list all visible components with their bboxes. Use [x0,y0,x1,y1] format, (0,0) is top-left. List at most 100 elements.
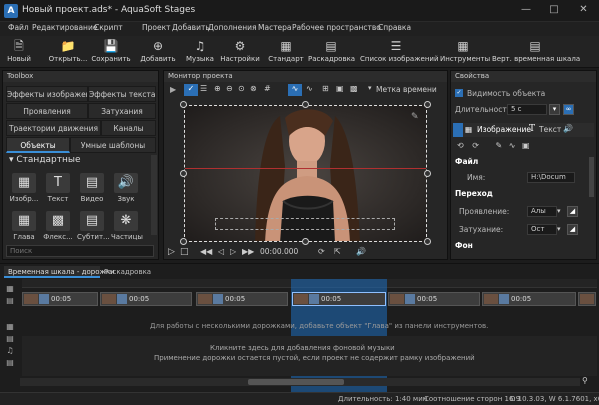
image-list-button[interactable]: ☰ Список изображений [360,38,439,66]
link-icon[interactable]: ∞ [563,104,574,115]
duration-input[interactable]: 5 с [507,104,547,115]
music-hint[interactable]: Кликните здесь для добавления фоновой му… [210,344,395,352]
timeline-clip[interactable] [578,292,596,306]
object-image[interactable]: ▦ Изобр... [9,173,39,203]
tab-text-effects[interactable]: Эффекты текста [88,86,156,102]
visibility-checkbox[interactable]: ✓ [455,89,463,97]
zoom-100-icon[interactable]: ⊗ [250,84,262,96]
settings-button[interactable]: ⚙ Настройки [220,38,260,66]
menu-project[interactable]: Проект [142,23,171,32]
add-button[interactable]: ⊕ Добавить [140,38,176,66]
fade-in-preview-icon[interactable]: ◢ [567,206,578,217]
fade-in-select[interactable]: Алы [527,206,557,217]
menu-workspace[interactable]: Рабочее пространство [292,23,381,32]
timeline-clip[interactable]: 00:05 [388,292,480,306]
resize-handle[interactable] [180,238,187,245]
objects-section-header[interactable]: ▾ Стандартные [9,155,81,165]
play-step-icon[interactable]: ▶ [170,85,180,95]
select-tool-icon[interactable]: ✓ [184,84,198,96]
zoom-out-icon[interactable]: ⊖ [226,84,238,96]
resize-handle[interactable] [424,101,431,108]
timeline-clip[interactable]: 00:05 [196,292,288,306]
file-name-input[interactable]: H:\Docum [527,172,575,183]
resize-handle[interactable] [302,238,309,245]
path-icon[interactable]: ∿ [509,141,516,150]
object-particles[interactable]: ❋ Частицы [111,211,143,241]
tab-fade-in[interactable]: Проявления [6,103,88,119]
tab-motion-paths[interactable]: Траектории движения [6,120,101,136]
tab-image[interactable]: Изображение [477,125,531,134]
timeline-clip[interactable]: 00:05 [22,292,98,306]
object-video[interactable]: ▤ Видео [77,173,107,203]
timeline-clip[interactable]: 00:05 [100,292,192,306]
track-link-icon[interactable]: ▤ [5,334,15,344]
play-icon[interactable]: ▷ [168,247,175,257]
maximize-icon[interactable]: □ [540,0,568,20]
storyboard-layout-button[interactable]: ▤ Раскадровка [308,38,355,66]
text-placeholder-box[interactable] [215,218,395,230]
preview-canvas[interactable]: ✎ [184,105,427,242]
track-music-icon[interactable]: ♫ [5,346,15,356]
tab-text[interactable]: Текст [539,125,561,134]
tab-objects[interactable]: Объекты [6,137,70,153]
grid-icon[interactable]: # [264,84,276,96]
menu-wizards[interactable]: Мастера [258,23,292,32]
resize-handle[interactable] [180,170,187,177]
rotate-left-icon[interactable]: ⟲ [457,141,464,150]
add-frame-icon[interactable]: ⊞ [322,84,334,96]
menu-script[interactable]: Скрипт [94,23,123,32]
zoom-fit-icon[interactable]: ⊙ [238,84,250,96]
resize-handle[interactable] [302,101,309,108]
menu-addons[interactable]: Дополнения [208,23,257,32]
stop-icon[interactable]: □ [180,247,189,257]
pencil-icon[interactable]: ✎ [411,112,419,122]
resize-handle[interactable] [180,101,187,108]
volume-icon[interactable]: 🔊 [356,247,366,256]
fade-out-select[interactable]: Ост [527,224,557,235]
object-subtitle[interactable]: ▤ Субтит... [77,211,110,241]
chevron-down-icon[interactable]: ▾ [557,225,561,233]
rotate-right-icon[interactable]: ⟳ [472,141,479,150]
zoom-in-icon[interactable]: ⊕ [214,84,226,96]
timeline-clip[interactable]: 00:05 [482,292,576,306]
loop-icon[interactable]: ⟳ [318,247,325,256]
spline-icon[interactable]: ∿ [306,84,318,96]
fade-out-preview-icon[interactable]: ◢ [567,224,578,235]
object-chapter[interactable]: ▦ Глава [9,211,39,241]
tab-smart-templates[interactable]: Умные шаблоны [70,137,156,153]
menu-edit[interactable]: Редактирование [32,23,97,32]
object-flex[interactable]: ▩ Флекс... [43,211,73,241]
toolbox-search-input[interactable] [6,245,154,257]
crop-icon[interactable]: ▣ [336,84,348,96]
open-button[interactable]: 📁 Открыть... [48,38,88,66]
tab-timeline[interactable]: Временная шкала - дорожки [4,266,115,278]
track-settings-icon[interactable]: ▦ [5,284,15,294]
standard-layout-button[interactable]: ▦ Стандарт [268,38,304,66]
tab-image-effects[interactable]: Эффекты изображений [6,86,88,102]
prev-frame-icon[interactable]: ◁ [218,247,224,256]
tools-button[interactable]: ▦ Инструменты [440,38,490,66]
tab-channels[interactable]: Каналы [101,120,156,136]
clip-icon[interactable]: ▣ [522,141,530,150]
path-tool-icon[interactable]: ∿ [288,84,302,96]
go-end-icon[interactable]: ▶▶ [242,247,254,256]
timeline-clip-selected[interactable]: 00:05 [292,292,386,306]
track-chapter-icon[interactable]: ▦ [5,322,15,332]
chevron-down-icon[interactable]: ▾ [557,207,561,215]
safe-area-icon[interactable]: ▩ [350,84,362,96]
tab-storyboard[interactable]: Раскадровка [104,266,160,278]
fullscreen-icon[interactable]: ⇱ [334,247,341,256]
speaker-icon[interactable]: 🔊 [563,124,573,133]
save-button[interactable]: 💾 Сохранить [90,38,132,66]
track-voice-icon[interactable]: ▤ [5,358,15,368]
tab-fade-out[interactable]: Затухания [88,103,156,119]
go-start-icon[interactable]: ◀◀ [200,247,212,256]
new-button[interactable]: 🗎 Новый [4,38,34,66]
menu-lines-icon[interactable]: ☰ [200,84,212,96]
menu-add[interactable]: Добавить [172,23,210,32]
properties-scrollbar[interactable] [589,157,594,197]
timeline-scrollbar[interactable] [20,378,580,386]
object-sound[interactable]: 🔊 Звук [111,173,141,203]
close-icon[interactable]: ✕ [568,0,599,20]
vertical-timeline-button[interactable]: ▤ Верт. временная шкала [492,38,580,66]
